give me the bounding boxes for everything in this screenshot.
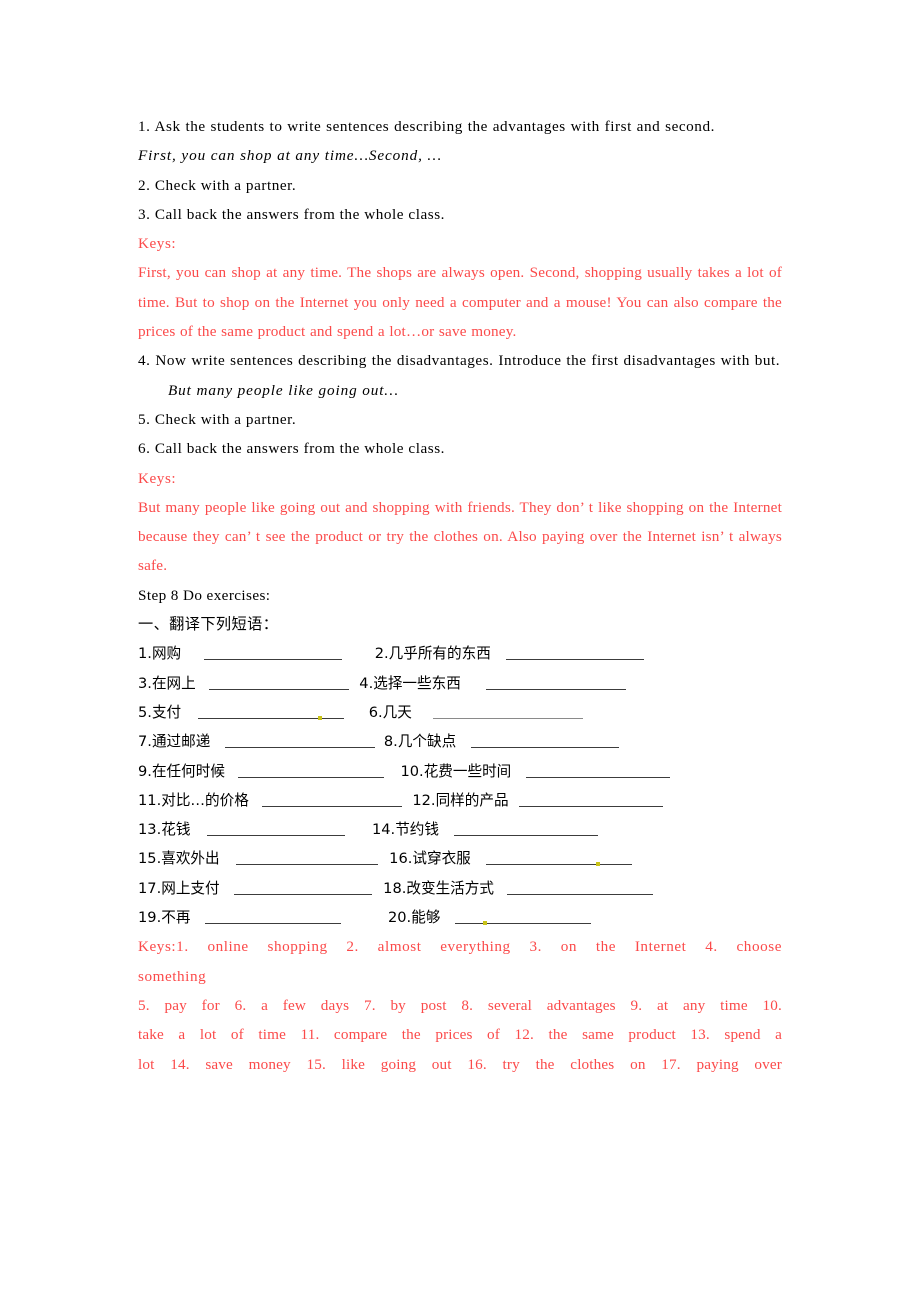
exercise-phrase: 几乎所有的东西 bbox=[388, 645, 491, 663]
document-page: 1. Ask the students to write sentences d… bbox=[0, 0, 920, 1302]
exercise-number: 4. bbox=[359, 674, 374, 692]
answer-blank[interactable] bbox=[205, 908, 342, 925]
exercise-phrase: 几个缺点 bbox=[397, 733, 457, 751]
instruction-item-1: 1. Ask the students to write sentences d… bbox=[138, 118, 715, 135]
exercise-number: 15. bbox=[138, 850, 162, 868]
exercise-number: 11. bbox=[138, 791, 162, 809]
answer-blank[interactable] bbox=[236, 849, 379, 866]
exercise-number: 20. bbox=[387, 909, 412, 927]
answer-blank[interactable] bbox=[237, 762, 384, 778]
answer-blank[interactable] bbox=[485, 849, 596, 866]
step-8-heading: Step 8 Do exercises: bbox=[138, 586, 271, 604]
proofing-mark-icon bbox=[595, 862, 600, 867]
exercise-keys-line-5: lot 14. save money 15. like going out 16… bbox=[138, 1055, 782, 1073]
answer-blank[interactable] bbox=[197, 703, 318, 719]
exercise-phrase: 支付 bbox=[151, 703, 182, 721]
exercise-number: 5. bbox=[138, 703, 152, 721]
answer-blank[interactable] bbox=[234, 879, 373, 895]
exercise-row: 5.支付 6.几天 bbox=[138, 698, 782, 727]
proofing-mark-icon bbox=[317, 715, 322, 720]
exercise-number: 13. bbox=[138, 821, 162, 839]
exercise-row: 7.通过邮递 8.几个缺点 bbox=[138, 727, 782, 756]
answer-blank[interactable] bbox=[203, 644, 342, 661]
exercise-number: 16. bbox=[389, 850, 413, 868]
exercise-number: 2. bbox=[374, 645, 389, 663]
exercise-phrase: 同样的产品 bbox=[435, 791, 509, 809]
exercise-number: 19. bbox=[138, 909, 162, 927]
exercise-phrase: 几天 bbox=[382, 703, 412, 721]
exercise-phrase: 花钱 bbox=[161, 821, 191, 839]
exercise-number: 10. bbox=[400, 762, 424, 780]
exercise-keys-line-4: take a lot of time 11. compare the price… bbox=[138, 1026, 782, 1044]
exercise-row: 1.网购 2.几乎所有的东西 bbox=[138, 639, 782, 668]
exercise-row: 19.不再 20.能够 bbox=[138, 903, 782, 932]
keys-text-disadvantages: But many people like going out and shopp… bbox=[138, 498, 782, 575]
answer-blank[interactable] bbox=[261, 791, 402, 807]
exercise-row: 9.在任何时候 10.花费一些时间 bbox=[138, 757, 782, 786]
exercise-number: 18. bbox=[383, 879, 407, 897]
exercise-phrase: 选择一些东西 bbox=[373, 674, 461, 692]
answer-blank[interactable] bbox=[471, 732, 619, 749]
instruction-item-3: 3. Call back the answers from the whole … bbox=[138, 205, 446, 223]
exercise-keys-line-1: Keys:1. online shopping 2. almost everyt… bbox=[138, 938, 782, 956]
keys-label-disadvantages: Keys: bbox=[138, 469, 177, 487]
instruction-item-4: 4. Now write sentences describing the di… bbox=[138, 352, 781, 370]
instruction-item-6: 6. Call back the answers from the whole … bbox=[138, 440, 446, 458]
exercise-phrase: 在任何时候 bbox=[151, 762, 225, 780]
answer-blank-cont[interactable] bbox=[595, 849, 632, 866]
exercise-phrase: 网购 bbox=[151, 645, 182, 663]
exercise-phrase: 对比…的价格 bbox=[161, 791, 249, 809]
exercise-phrase: 不再 bbox=[161, 909, 191, 927]
exercise-phrase: 网上支付 bbox=[161, 879, 220, 897]
example-sentence-but: But many people like going out… bbox=[168, 381, 399, 399]
exercise-phrase: 在网上 bbox=[151, 674, 196, 692]
keys-text-advantages: First, you can shop at any time. The sho… bbox=[138, 264, 782, 341]
answer-blank-cont[interactable] bbox=[483, 908, 592, 925]
answer-blank[interactable] bbox=[455, 908, 484, 925]
exercise-row: 3.在网上 4.选择一些东西 bbox=[138, 669, 782, 698]
exercise-number: 8. bbox=[383, 733, 398, 751]
answer-blank[interactable] bbox=[225, 732, 376, 749]
exercise-keys-line-2: something bbox=[138, 967, 207, 985]
document-body: 1. Ask the students to write sentences d… bbox=[138, 112, 782, 1079]
exercise-row: 17.网上支付 18.改变生活方式 bbox=[138, 874, 782, 903]
exercise-phrase: 试穿衣服 bbox=[412, 850, 471, 868]
exercise-number: 9. bbox=[138, 762, 152, 780]
exercise-phrase: 喜欢外出 bbox=[161, 850, 220, 868]
answer-blank[interactable] bbox=[485, 674, 626, 690]
exercise-number: 3. bbox=[138, 674, 152, 692]
answer-blank[interactable] bbox=[432, 703, 583, 719]
exercise-number: 6. bbox=[368, 703, 383, 721]
answer-blank[interactable] bbox=[453, 820, 598, 837]
keys-label-advantages: Keys: bbox=[138, 235, 177, 253]
exercise-row: 13.花钱 14.节约钱 bbox=[138, 815, 782, 844]
exercise-phrase: 花费一些时间 bbox=[423, 762, 512, 780]
answer-blank[interactable] bbox=[505, 644, 644, 661]
exercise-phrase: 能够 bbox=[411, 909, 441, 927]
exercise-number: 12. bbox=[412, 791, 436, 809]
answer-blank[interactable] bbox=[208, 674, 349, 690]
exercise-section-subheading: 一、翻译下列短语： bbox=[138, 615, 279, 634]
exercise-keys-line-3: 5. pay for 6. a few days 7. by post 8. s… bbox=[138, 996, 782, 1014]
exercise-phrase: 节约钱 bbox=[395, 821, 439, 839]
exercise-number: 14. bbox=[371, 821, 396, 839]
answer-blank[interactable] bbox=[526, 762, 671, 778]
exercise-row: 15.喜欢外出 16.试穿衣服 bbox=[138, 844, 782, 873]
proofing-mark-icon bbox=[483, 921, 488, 926]
answer-blank[interactable] bbox=[506, 879, 653, 895]
instruction-item-2: 2. Check with a partner. bbox=[138, 176, 297, 194]
example-sentence-first-second: First, you can shop at any time…Second, … bbox=[138, 147, 442, 165]
exercise-number: 7. bbox=[138, 733, 152, 751]
exercise-phrase: 通过邮递 bbox=[151, 733, 211, 751]
exercise-row: 11.对比…的价格 12.同样的产品 bbox=[138, 786, 782, 815]
exercise-number: 1. bbox=[138, 645, 152, 663]
answer-blank[interactable] bbox=[519, 791, 664, 807]
exercise-number: 17. bbox=[138, 879, 162, 897]
instruction-item-5: 5. Check with a partner. bbox=[138, 410, 297, 428]
exercise-phrase: 改变生活方式 bbox=[406, 879, 494, 897]
answer-blank[interactable] bbox=[207, 820, 346, 837]
